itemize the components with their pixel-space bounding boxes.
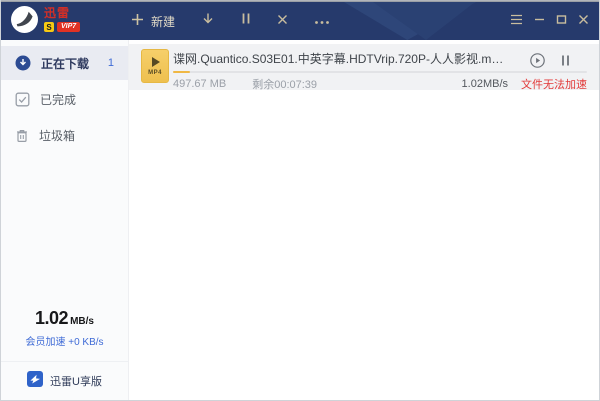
close-x-icon (277, 12, 288, 30)
download-meta: 497.67 MB 剩余00:07:39 1.02MB/s 文件无法加速 (173, 76, 587, 92)
sidebar-item-label: 垃圾箱 (39, 127, 75, 144)
start-all-button[interactable] (201, 12, 215, 31)
maximize-button[interactable] (556, 12, 567, 30)
plus-icon (131, 13, 144, 29)
sidebar-item-label: 正在下载 (41, 55, 89, 72)
new-task-button[interactable]: 新建 (131, 13, 175, 30)
ellipsis-icon (314, 12, 330, 30)
play-preview-button[interactable] (530, 53, 545, 73)
progress-bar-fill (173, 71, 190, 73)
sidebar-stats: 1.02MB/s 会员加速 +0 KB/s 迅雷U享版 (1, 308, 128, 400)
edition-label: 迅雷U享版 (50, 373, 102, 389)
sidebar: 正在下载 1 已完成 垃圾箱 1.02MB (1, 40, 129, 400)
sidebar-nav: 正在下载 1 已完成 垃圾箱 (1, 40, 128, 152)
minimize-button[interactable] (534, 12, 545, 30)
sidebar-item-downloading[interactable]: 正在下载 1 (1, 46, 128, 80)
file-size: 497.67 MB (173, 78, 226, 90)
brand-area: 迅雷 S VIP7 (11, 6, 80, 38)
toolbar: 新建 (131, 2, 330, 40)
window-controls (510, 2, 589, 40)
time-remaining: 剩余00:07:39 (252, 76, 317, 92)
svip-badge[interactable]: S (44, 22, 54, 32)
pause-icon (241, 12, 251, 30)
checkbox-check-icon (15, 92, 30, 107)
delete-task-button[interactable] (277, 12, 288, 30)
hamburger-icon (510, 12, 523, 30)
titlebar: 迅雷 S VIP7 新建 (1, 2, 599, 40)
task-speed: 1.02MB/s (462, 78, 508, 90)
app-window: 迅雷 S VIP7 新建 (0, 0, 600, 401)
app-body: 正在下载 1 已完成 垃圾箱 1.02MB (1, 40, 599, 400)
status-text: 文件无法加速 (521, 76, 587, 92)
sidebar-item-completed[interactable]: 已完成 (1, 82, 128, 116)
speed-value: 1.02 (35, 308, 68, 328)
download-row-actions (530, 53, 571, 73)
vip-badges[interactable]: S VIP7 (44, 22, 80, 32)
download-filename: 谍网.Quantico.S03E01.中英字幕.HDTVrip.720P-人人影… (173, 50, 504, 67)
download-list-item[interactable]: MP4 谍网.Quantico.S03E01.中英字幕.HDTVrip.720P… (129, 44, 599, 90)
pause-all-button[interactable] (241, 12, 251, 30)
downloading-count-badge: 1 (108, 57, 114, 69)
maximize-icon (556, 12, 567, 30)
main-content: MP4 谍网.Quantico.S03E01.中英字幕.HDTVrip.720P… (129, 40, 599, 400)
brand-name: 迅雷 (44, 6, 80, 20)
close-window-button[interactable] (578, 12, 589, 30)
global-speed: 1.02MB/s (1, 308, 128, 329)
file-type-label: MP4 (148, 70, 162, 76)
window-close-icon (578, 12, 589, 30)
pause-task-button[interactable] (560, 54, 571, 72)
downloading-circle-icon (15, 55, 31, 71)
edition-link[interactable]: 迅雷U享版 (1, 362, 128, 400)
progress-bar (173, 71, 587, 73)
app-logo-icon (11, 6, 38, 38)
pause-task-icon (560, 54, 571, 72)
new-task-label: 新建 (151, 13, 175, 30)
main-menu-button[interactable] (510, 12, 523, 30)
member-boost-text: 会员加速 +0 KB/s (1, 333, 128, 348)
sidebar-item-label: 已完成 (40, 91, 76, 108)
speed-unit: MB/s (70, 316, 94, 327)
trash-icon (15, 128, 29, 143)
vip-level-badge[interactable]: VIP7 (57, 22, 80, 32)
play-triangle-icon (152, 57, 160, 67)
mp4-file-icon: MP4 (141, 49, 169, 83)
download-arrow-icon (201, 12, 215, 31)
thunder-bird-icon (27, 371, 43, 390)
play-circle-icon (530, 53, 545, 73)
more-options-button[interactable] (314, 12, 330, 30)
minimize-icon (534, 12, 545, 30)
sidebar-item-trash[interactable]: 垃圾箱 (1, 118, 128, 152)
